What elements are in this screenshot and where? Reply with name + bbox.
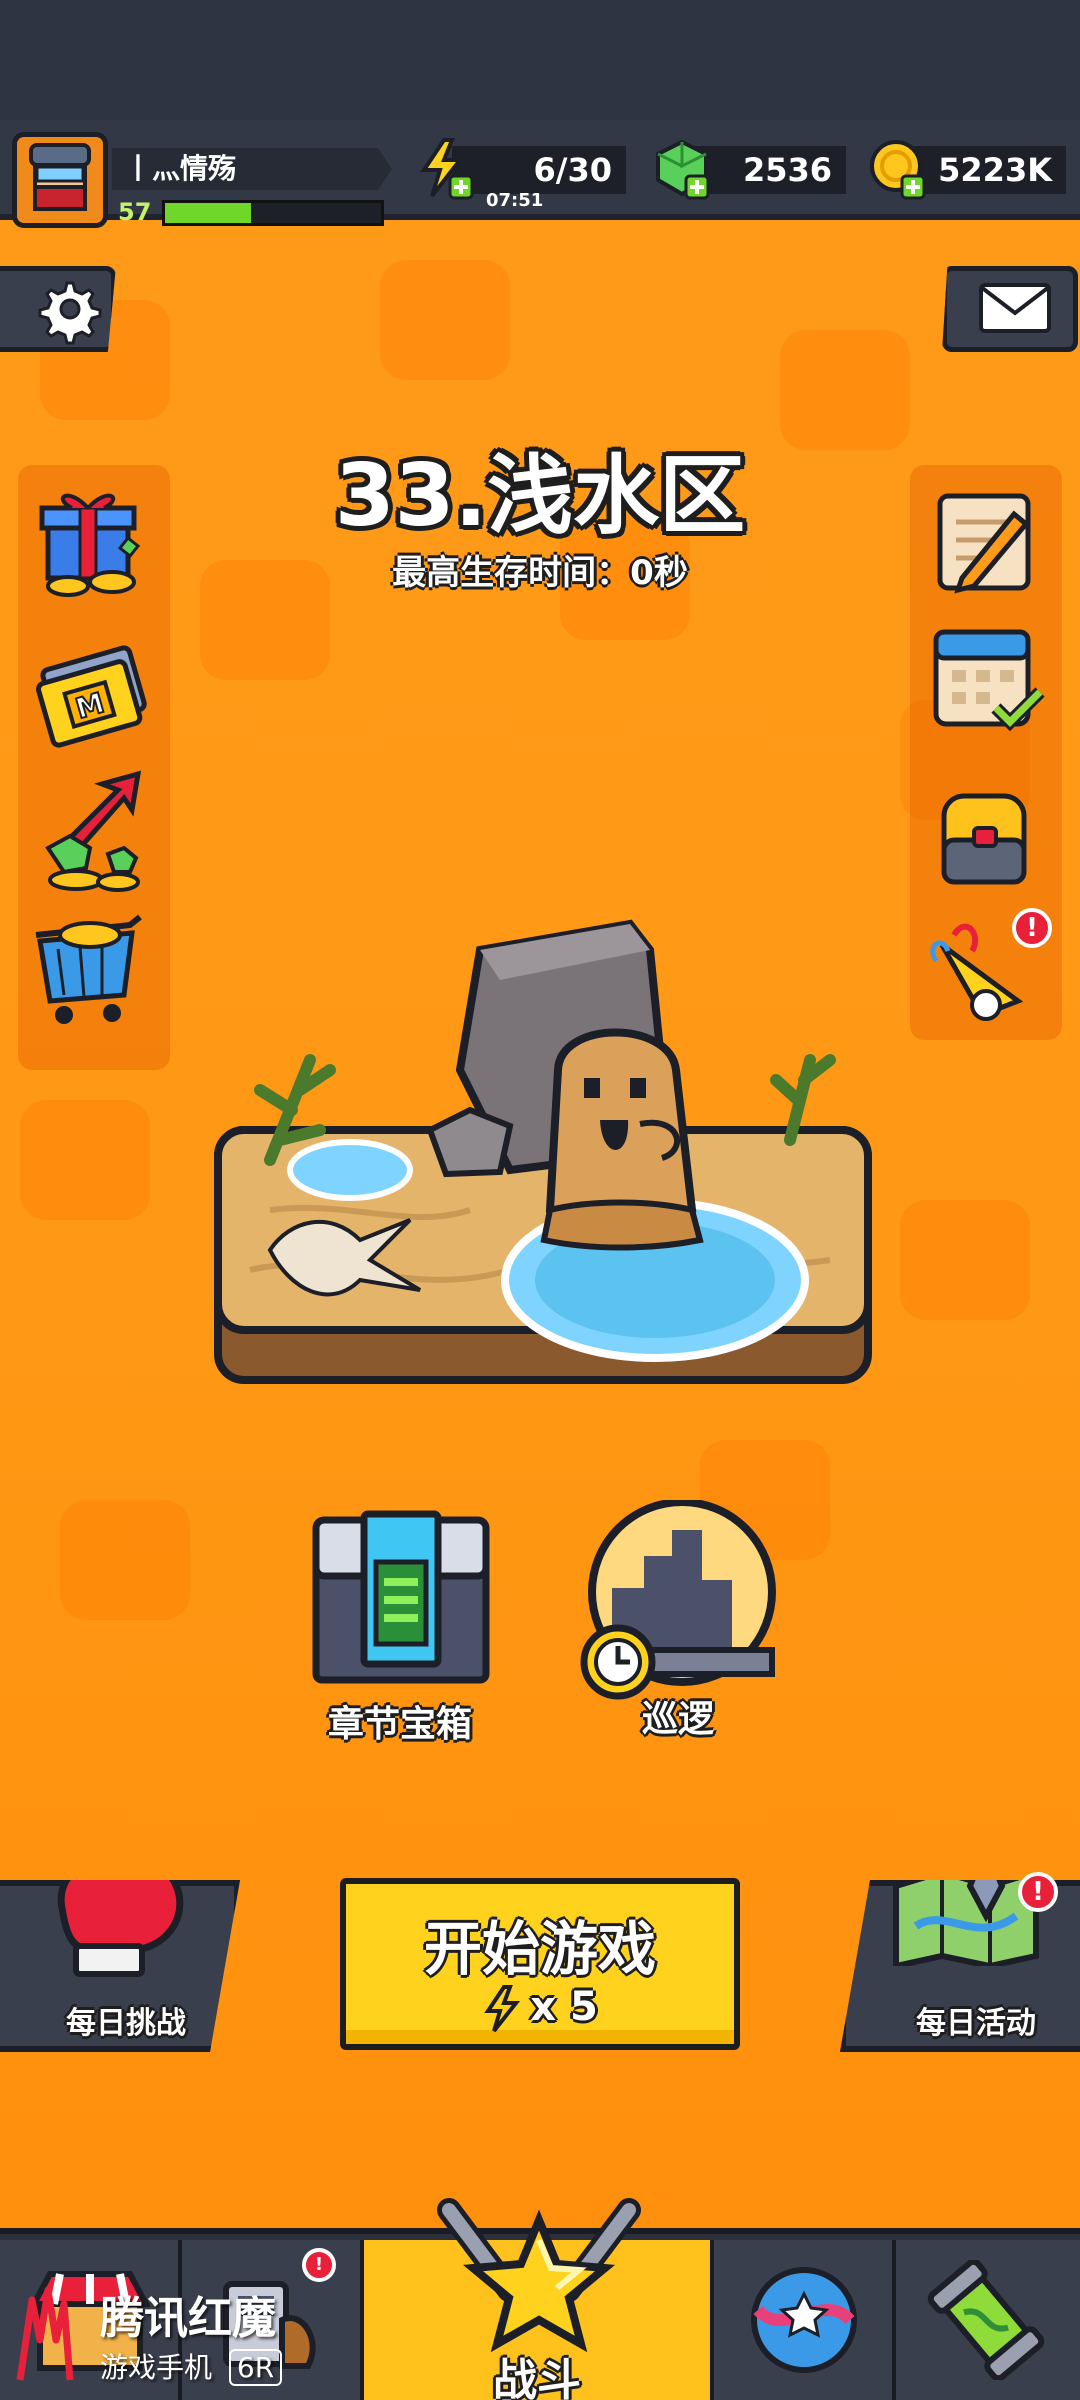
shop-cart-icon[interactable] (28, 905, 158, 1035)
bg-pattern (900, 1200, 1030, 1320)
watermark-model: 6R (228, 2349, 283, 2386)
start-game-button[interactable]: 开始游戏 x 5 (340, 1878, 740, 2050)
gear-icon (38, 281, 102, 345)
watermark-brand: 腾讯红魔 (100, 2293, 276, 2344)
calendar-checkin-icon[interactable] (922, 612, 1052, 742)
nav-tab-battle[interactable]: 战斗 (364, 2198, 714, 2400)
avatar-portrait-icon (29, 143, 91, 211)
patrol-label: 巡逻 (641, 1699, 714, 1740)
best-survival-time: 最高生存时间：0秒 (392, 553, 688, 593)
player-name: 丨灬情殇 (112, 148, 392, 190)
chapter-chest-icon[interactable] (306, 1508, 496, 1688)
red-magic-logo-icon (16, 2286, 74, 2381)
growth-fund-icon[interactable] (28, 770, 158, 900)
monthly-card-icon[interactable]: M (28, 630, 158, 760)
watermark-subtitle: 游戏手机 6R (100, 2346, 283, 2386)
gold-counter: 5223K (906, 146, 1066, 194)
daily-event-label: 每日活动 (916, 2006, 1036, 2041)
backpack-icon[interactable] (922, 768, 1052, 898)
energy-counter: 6/30 (452, 146, 626, 194)
xp-bar (162, 200, 384, 226)
evolution-capsule-icon (927, 2260, 1045, 2380)
start-game-label: 开始游戏 (423, 1915, 656, 1983)
nav-tab-evolution[interactable] (896, 2240, 1080, 2400)
patrol-icon[interactable] (572, 1500, 782, 1700)
nav-tab-talent[interactable] (714, 2240, 896, 2400)
bg-pattern (60, 1500, 190, 1620)
equipment-alert-badge: ! (302, 2248, 336, 2282)
energy-timer: 07:51 (486, 190, 544, 211)
chapter-chest-label: 章节宝箱 (327, 1704, 472, 1745)
talent-orb-icon (751, 2267, 857, 2373)
stage-title: 33.浅水区 (334, 446, 746, 546)
watermark-subtitle-text: 游戏手机 (100, 2351, 213, 2384)
party-horn-alert-badge: ! (1012, 908, 1052, 948)
xp-bar-fill (165, 203, 252, 223)
stage-map-illustration[interactable] (210, 910, 880, 1470)
boxing-glove-icon (57, 1880, 184, 1977)
battle-tab-label: 战斗 (493, 2355, 581, 2400)
device-watermark: 腾讯红魔 游戏手机 6R (10, 2270, 300, 2400)
energy-add-icon[interactable] (414, 136, 478, 200)
gem-add-icon[interactable] (650, 136, 714, 200)
daily-challenge-button[interactable]: 每日挑战 (0, 1880, 240, 2052)
daily-event-alert-badge: ! (1018, 1872, 1058, 1912)
mail-icon (979, 283, 1051, 333)
gold-add-icon[interactable] (866, 136, 930, 200)
player-avatar[interactable] (12, 132, 108, 228)
start-game-cost: x 5 (346, 1984, 734, 2033)
game-main-screen: 丨灬情殇 57 6/30 07:51 2536 5223K M ! 33.浅水区… (0, 0, 1080, 2400)
energy-icon (484, 1985, 521, 2033)
mail-button[interactable] (942, 266, 1078, 352)
daily-challenge-label: 每日挑战 (66, 2006, 186, 2041)
battle-icon (437, 2198, 641, 2353)
bg-pattern (380, 260, 510, 380)
player-level: 57 (118, 198, 152, 226)
start-game-cost-value: x 5 (530, 1984, 598, 2030)
settings-button[interactable] (0, 266, 116, 352)
bg-pattern (20, 1100, 150, 1220)
status-area (0, 0, 1080, 120)
